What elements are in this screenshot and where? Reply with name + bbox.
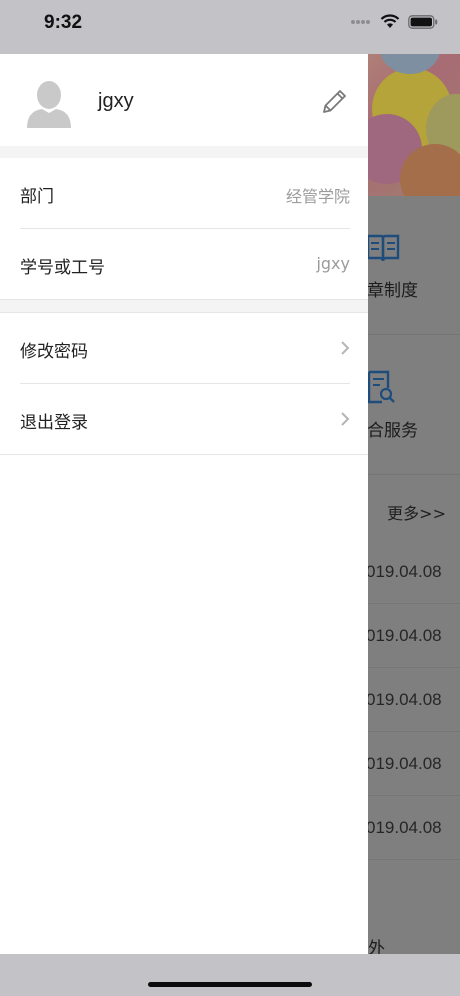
logout-label: 退出登录 [20,413,88,433]
row-divider [0,454,368,455]
avatar-icon [27,81,71,128]
grid-label-regulations: 章制度 [367,281,418,301]
logout-row[interactable]: 退出登录 [0,384,368,454]
department-label: 部门 [20,187,54,207]
info-row-id: 学号或工号 jgxy [0,229,368,299]
signal-dots-icon [351,19,370,24]
status-bar: 9:32 [0,0,460,54]
side-drawer: jgxy 部门 经管学院 学号或工号 jgxy 修改密码 退出登录 [0,54,368,954]
username: jgxy [98,90,134,112]
status-icons [350,14,438,29]
list-date: 019.04.08 [366,690,442,709]
grid-label-services: 合服务 [367,421,418,441]
list-date: 019.04.08 [366,754,442,773]
chevron-right-icon [341,341,350,355]
list-partial-text: 外 [368,939,385,954]
id-value: jgxy [316,254,350,273]
list-date: 019.04.08 [366,562,442,581]
change-password-row[interactable]: 修改密码 [0,313,368,383]
more-link: 更多>> [387,504,446,523]
edit-pencil-icon[interactable] [320,86,350,116]
profile-header: jgxy [0,54,368,146]
home-indicator[interactable] [148,982,312,987]
status-time: 9:32 [44,12,83,33]
chevron-right-icon [341,412,350,426]
list-date: 019.04.08 [366,818,442,837]
wifi-icon [380,14,400,28]
id-label: 学号或工号 [20,258,105,278]
home-indicator-area [0,954,460,996]
document-search-icon [367,370,395,404]
department-value: 经管学院 [285,187,350,206]
change-password-label: 修改密码 [20,342,88,362]
section-divider [0,300,368,312]
section-divider [0,146,368,158]
list-date: 019.04.08 [366,626,442,645]
info-row-department: 部门 经管学院 [0,158,368,228]
battery-icon [408,14,438,29]
book-icon [366,234,400,262]
